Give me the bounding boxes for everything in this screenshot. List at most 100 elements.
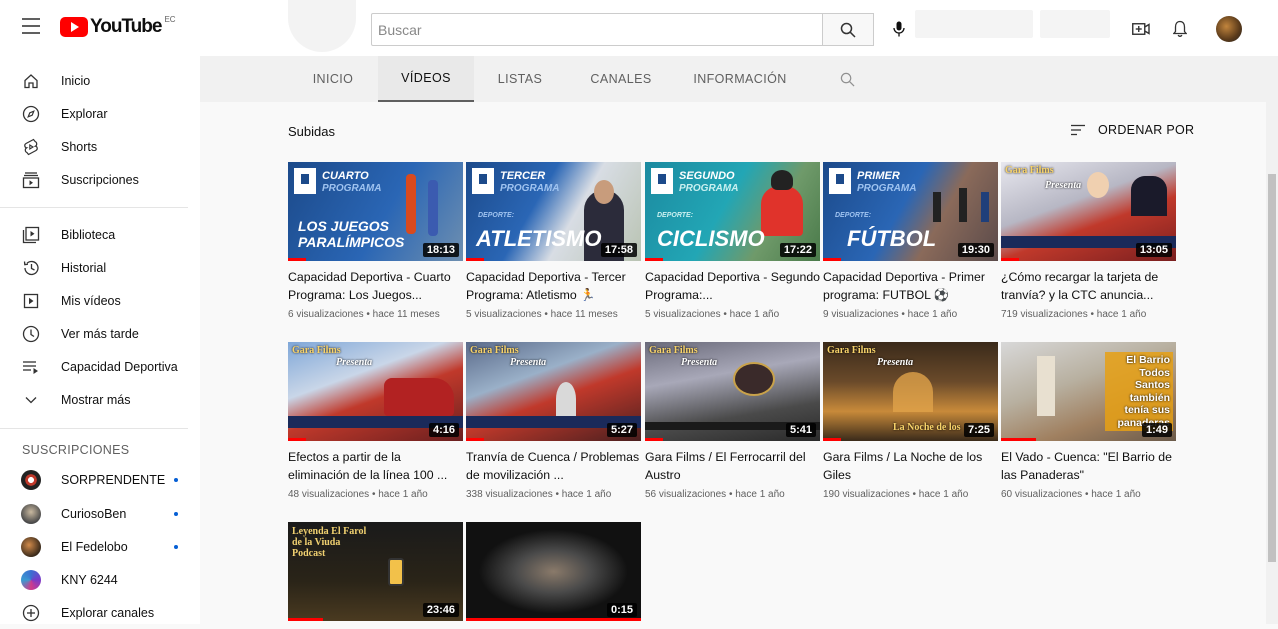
subscription-item[interactable]: SORPRENDENTE (0, 463, 200, 496)
video-thumbnail[interactable]: 0:15 (466, 522, 641, 621)
thumb-text: El Barrio Todos Santos también tenía sus… (1105, 352, 1173, 431)
video-title[interactable]: ¿Cómo recargar la tarjeta de tranvía? y … (1001, 268, 1176, 304)
youtube-logo[interactable]: YouTube EC (60, 15, 176, 38)
thumb-brand: Gara Films (649, 345, 698, 356)
video-title[interactable]: El Vado - Cuenca: "El Barrio de las Pana… (1001, 448, 1176, 484)
search-input[interactable]: Buscar (371, 13, 823, 46)
create-video-button[interactable] (1128, 16, 1154, 42)
logo-emblem (733, 362, 775, 396)
watch-progress (288, 438, 306, 441)
video-title[interactable]: Gara Films / El Ferrocarril del Austro (645, 448, 820, 484)
tab-listas[interactable]: LISTAS (486, 56, 554, 102)
view-count: 5 visualizaciones (466, 309, 542, 320)
sidebar-item-label: Mis vídeos (61, 293, 121, 308)
sidebar-item-explorar[interactable]: Explorar (0, 97, 200, 130)
sidebar-item-shorts[interactable]: Shorts (0, 130, 200, 163)
sidebar-item-mis-videos[interactable]: Mis vídeos (0, 284, 200, 317)
sidebar-item-label: Capacidad Deportiva (61, 359, 178, 374)
view-count: 48 visualizaciones (288, 489, 370, 500)
video-meta: 190 visualizaciones • hace 1 año (823, 489, 969, 500)
sidebar-item-inicio[interactable]: Inicio (0, 64, 200, 97)
sidebar-item-label: Ver más tarde (61, 326, 139, 341)
watch-progress (466, 258, 484, 261)
sidebar-item-label: Shorts (61, 139, 98, 154)
sidebar-item-explorar-canales[interactable]: Explorar canales (0, 596, 200, 629)
sidebar-item-mostrar-mas[interactable]: Mostrar más (0, 383, 200, 416)
player-figure (959, 188, 967, 222)
video-title[interactable]: Efectos a partir de la eliminación de la… (288, 448, 463, 484)
video-thumbnail[interactable]: TERCER PROGRAMA DEPORTE: ATLETISMO 17:58 (466, 162, 641, 261)
channel-tabs: INICIO VÍDEOS LISTAS CANALES INFORMACIÓN (200, 56, 1266, 102)
watch-progress (1001, 258, 1019, 261)
search-button[interactable] (822, 13, 874, 46)
cyclist-helmet (771, 170, 793, 190)
tab-videos[interactable]: VÍDEOS (378, 56, 474, 102)
sidebar-item-label: Explorar (61, 106, 108, 121)
account-avatar[interactable] (1216, 16, 1242, 42)
view-count: 719 visualizaciones (1001, 309, 1088, 320)
video-thumbnail[interactable]: PRIMER PROGRAMA DEPORTE: FÚTBOL 19:30 (823, 162, 998, 261)
video-title[interactable]: Gara Films / La Noche de los Giles (823, 448, 998, 484)
video-duration: 7:25 (963, 423, 994, 437)
video-thumbnail[interactable]: CUARTO PROGRAMA LOS JUEGOS PARALÍMPICOS … (288, 162, 463, 261)
video-meta: 6 visualizaciones • hace 11 meses (288, 309, 440, 320)
upload-age: hace 1 año (729, 309, 780, 320)
tower-figure (1037, 356, 1055, 416)
logo-text: YouTube (90, 16, 162, 37)
video-thumbnail[interactable]: SEGUNDO PROGRAMA DEPORTE: CICLISMO 17:22 (645, 162, 820, 261)
thumb-text: Presenta (336, 357, 373, 368)
subscriptions-heading: SUSCRIPCIONES (22, 443, 130, 457)
dome-figure (556, 382, 576, 416)
sidebar-item-ver-mas-tarde[interactable]: Ver más tarde (0, 317, 200, 350)
channel-avatar-faded (288, 0, 356, 52)
page-scrollbar[interactable] (1266, 56, 1278, 624)
upload-age: hace 1 año (918, 489, 969, 500)
watch-progress (823, 258, 841, 261)
video-thumbnail[interactable]: Gara Films Presenta 5:41 (645, 342, 820, 441)
sidebar-item-label: Historial (61, 260, 107, 275)
video-thumbnail[interactable]: Gara Films Presenta 4:16 (288, 342, 463, 441)
tab-informacion[interactable]: INFORMACIÓN (690, 56, 790, 102)
thumb-text: PROGRAMA (857, 183, 917, 194)
view-count: 9 visualizaciones (823, 309, 899, 320)
channel-avatar (21, 503, 41, 524)
sort-button[interactable]: ORDENAR POR (1070, 123, 1194, 137)
video-thumbnail[interactable]: El Barrio Todos Santos también tenía sus… (1001, 342, 1176, 441)
video-meta: 60 visualizaciones • hace 1 año (1001, 489, 1141, 500)
subscription-item[interactable]: El Fedelobo (0, 530, 200, 563)
hamburger-menu-icon[interactable] (22, 18, 40, 34)
scrollbar-thumb[interactable] (1268, 174, 1276, 562)
capacidad-logo (829, 168, 851, 194)
notifications-button[interactable] (1167, 16, 1193, 42)
sidebar-item-capacidad-deportiva[interactable]: Capacidad Deportiva (0, 350, 200, 383)
video-thumbnail[interactable]: Gara Films Presenta La Noche de los 7:25 (823, 342, 998, 441)
video-title[interactable]: Capacidad Deportiva - Tercer Programa: A… (466, 268, 641, 304)
video-thumbnail[interactable]: Leyenda El Farol de la Viuda Podcast 23:… (288, 522, 463, 621)
subscription-item[interactable]: KNY 6244 (0, 563, 200, 596)
new-content-dot (174, 477, 178, 482)
channel-name: El Fedelobo (61, 539, 128, 554)
subscription-item[interactable]: CuriosoBen (0, 497, 200, 530)
bell-icon (1173, 20, 1187, 37)
upload-age: hace 11 meses (550, 309, 618, 320)
tab-inicio[interactable]: INICIO (300, 56, 366, 102)
video-title[interactable]: Capacidad Deportiva - Segundo Programa:.… (645, 268, 820, 304)
video-title[interactable]: Capacidad Deportiva - Primer programa: F… (823, 268, 998, 304)
video-thumbnail[interactable]: Gara Films Presenta 5:27 (466, 342, 641, 441)
sidebar-item-biblioteca[interactable]: Biblioteca (0, 218, 200, 251)
channel-search-button[interactable] (832, 56, 862, 102)
video-title[interactable]: Tranvía de Cuenca / Problemas de moviliz… (466, 448, 641, 484)
video-title[interactable]: Capacidad Deportiva - Cuarto Programa: L… (288, 268, 463, 304)
video-duration: 18:13 (422, 243, 459, 257)
sidebar-item-historial[interactable]: Historial (0, 251, 200, 284)
voice-search-button[interactable] (884, 14, 914, 44)
video-meta: 56 visualizaciones • hace 1 año (645, 489, 785, 500)
sidebar-item-label: Biblioteca (61, 227, 116, 242)
video-duration: 0:15 (606, 603, 637, 617)
people-figure (1131, 176, 1167, 216)
tab-canales[interactable]: CANALES (580, 56, 662, 102)
cyclist-figure (761, 186, 803, 236)
video-duration: 5:41 (785, 423, 816, 437)
sidebar-item-suscripciones[interactable]: Suscripciones (0, 163, 200, 196)
video-thumbnail[interactable]: Gara Films Presenta 13:05 (1001, 162, 1176, 261)
